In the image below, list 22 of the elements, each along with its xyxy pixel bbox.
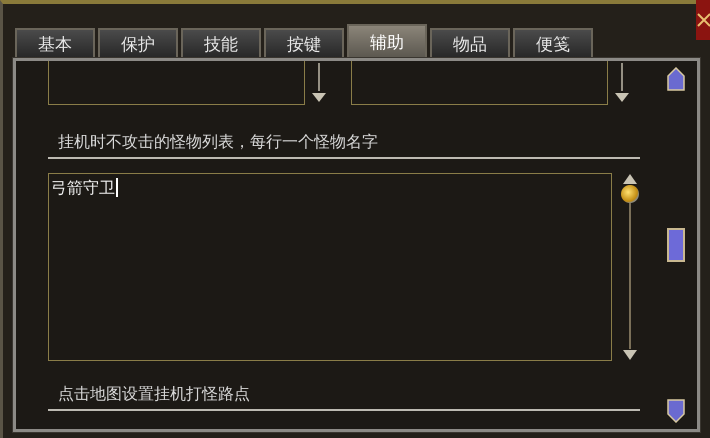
scroll-up-icon[interactable] <box>667 67 685 91</box>
tab[interactable]: 按键 <box>264 28 344 58</box>
tab[interactable]: 物品 <box>430 28 510 58</box>
scroll-down-icon[interactable] <box>667 399 685 423</box>
dropdown-field[interactable] <box>351 61 608 105</box>
scroll-up-icon[interactable] <box>622 173 638 185</box>
list-label: 挂机时不攻击的怪物列表，每行一个怪物名字 <box>58 131 379 153</box>
tab[interactable]: 基本 <box>15 28 95 58</box>
monster-list-field[interactable]: 弓箭守卫 <box>48 173 612 361</box>
tab[interactable]: 辅助 <box>347 24 427 58</box>
route-label: 点击地图设置挂机打怪路点 <box>58 383 251 405</box>
close-icon[interactable] <box>696 0 710 40</box>
tab[interactable]: 便笺 <box>513 28 593 58</box>
dropdown-arrow-icon[interactable] <box>311 63 327 103</box>
scroll-thumb[interactable] <box>621 185 639 203</box>
scroll-down-icon[interactable] <box>622 349 638 361</box>
text-caret <box>116 178 118 197</box>
tab[interactable]: 技能 <box>181 28 261 58</box>
dropdown-field[interactable] <box>48 61 305 105</box>
dropdown-arrow-icon[interactable] <box>614 63 630 103</box>
tab[interactable]: 保护 <box>98 28 178 58</box>
scroll-thumb[interactable] <box>667 228 685 262</box>
